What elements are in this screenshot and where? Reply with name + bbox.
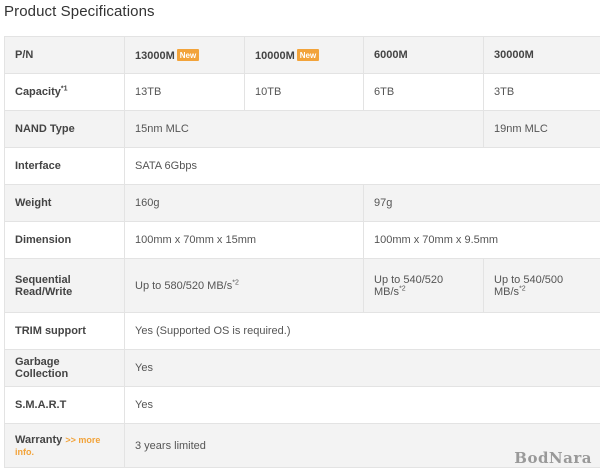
value-text: MB/s <box>374 285 400 298</box>
dimension-value-b: 100mm x 70mm x 9.5mm <box>363 221 600 259</box>
row-label-pn: P/N <box>4 36 125 74</box>
value-text: MB/s <box>494 285 520 298</box>
label-text: Capacity <box>15 86 61 98</box>
model-name: 13000M <box>135 49 175 62</box>
watermark-logo: BodNara <box>514 449 592 467</box>
model-6000m: 6000M <box>363 36 484 74</box>
table-row: NAND Type 15nm MLC 19nm MLC <box>4 110 600 148</box>
weight-value-b: 97g <box>363 184 600 222</box>
table-row: TRIM support Yes (Supported OS is requir… <box>4 312 600 350</box>
row-label-warranty: Warranty >> more info. <box>4 423 125 468</box>
nand-value-a: 15nm MLC <box>124 110 484 148</box>
gc-value: Yes <box>124 349 600 387</box>
capacity-13000m: 13TB <box>124 73 245 111</box>
row-label-interface: Interface <box>4 147 125 185</box>
more-info-link[interactable]: >> more <box>65 435 100 445</box>
label-text: Warranty <box>15 433 63 446</box>
row-label-garbage-collection: Garbage Collection <box>4 349 125 387</box>
table-row: P/N 13000M New 10000M New 6000M 30000M <box>4 36 600 74</box>
footnote-mark: *2 <box>399 284 406 292</box>
row-label-nand: NAND Type <box>4 110 125 148</box>
row-label-sequential: Sequential Read/Write <box>4 258 125 313</box>
trim-value: Yes (Supported OS is required.) <box>124 312 600 350</box>
seq-value-a: Up to 580/520 MB/s*2 <box>124 258 364 313</box>
model-30000m: 30000M <box>483 36 600 74</box>
label-line: Read/Write <box>15 285 73 298</box>
new-badge: New <box>176 48 200 61</box>
value-text: Up to 540/520 <box>374 273 444 286</box>
label-line: Sequential <box>15 273 71 286</box>
page-title: Product Specifications <box>4 3 155 20</box>
model-name: 10000M <box>255 49 295 62</box>
row-label-weight: Weight <box>4 184 125 222</box>
capacity-10000m: 10TB <box>244 73 364 111</box>
row-label-trim: TRIM support <box>4 312 125 350</box>
table-row: Sequential Read/Write Up to 580/520 MB/s*… <box>4 258 600 313</box>
row-label-dimension: Dimension <box>4 221 125 259</box>
spec-table: P/N 13000M New 10000M New 6000M 30000M Cap… <box>4 36 600 468</box>
seq-value-c: Up to 540/500 MB/s*2 <box>483 258 600 313</box>
model-13000m: 13000M New <box>124 36 245 74</box>
table-row: Garbage Collection Yes <box>4 349 600 387</box>
smart-value: Yes <box>124 386 600 424</box>
value-text: Up to 580/520 MB/s <box>135 279 233 292</box>
model-10000m: 10000M New <box>244 36 364 74</box>
nand-value-b: 19nm MLC <box>483 110 600 148</box>
footnote-mark: *2 <box>232 278 239 286</box>
capacity-30000m: 3TB <box>483 73 600 111</box>
table-row: Weight 160g 97g <box>4 184 600 222</box>
seq-value-b: Up to 540/520 MB/s*2 <box>363 258 484 313</box>
table-row: S.M.A.R.T Yes <box>4 386 600 424</box>
dimension-value-a: 100mm x 70mm x 15mm <box>124 221 364 259</box>
table-row: Capacity*1 13TB 10TB 6TB 3TB <box>4 73 600 111</box>
value-text: Up to 540/500 <box>494 273 564 286</box>
row-label-capacity: Capacity*1 <box>4 73 125 111</box>
capacity-6000m: 6TB <box>363 73 484 111</box>
weight-value-a: 160g <box>124 184 364 222</box>
footnote-mark: *1 <box>60 85 68 93</box>
new-badge: New <box>296 48 320 61</box>
table-row: Dimension 100mm x 70mm x 15mm 100mm x 70… <box>4 221 600 259</box>
footnote-mark: *2 <box>519 284 526 292</box>
table-row: Warranty >> more info. 3 years limited <box>4 423 600 468</box>
row-label-smart: S.M.A.R.T <box>4 386 125 424</box>
table-row: Interface SATA 6Gbps <box>4 147 600 185</box>
more-info-link-2[interactable]: info. <box>15 447 34 457</box>
interface-value: SATA 6Gbps <box>124 147 600 185</box>
